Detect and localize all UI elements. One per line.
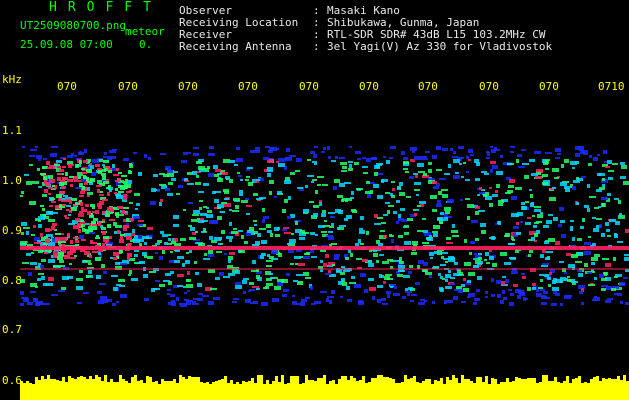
- time-tick: 0710: [598, 80, 625, 93]
- freq-tick: 0.8: [2, 274, 22, 287]
- freq-tick: 0.6: [2, 374, 22, 387]
- time-tick: 070: [359, 80, 379, 93]
- time-tick: 070: [118, 80, 138, 93]
- brand-title: HROFFT: [49, 0, 162, 15]
- meteor-label: meteor: [125, 25, 165, 38]
- time-tick: 070: [178, 80, 198, 93]
- freq-tick: 1.1: [2, 124, 22, 137]
- meteor-counter: 0.: [139, 38, 153, 51]
- time-tick: 070: [539, 80, 559, 93]
- time-tick: 070: [57, 80, 77, 93]
- sideband-line: [20, 268, 629, 270]
- freq-tick: 0.7: [2, 323, 22, 336]
- antenna-sep: :: [313, 40, 320, 53]
- freq-unit-label: kHz: [2, 73, 22, 86]
- antenna-label: Receiving Antenna: [179, 40, 292, 53]
- spectrogram-canvas: [20, 146, 629, 400]
- datetime: 25.09.08 07:00: [20, 38, 113, 51]
- freq-tick: 1.0: [2, 174, 22, 187]
- time-tick: 070: [238, 80, 258, 93]
- spectrogram: [20, 98, 629, 400]
- time-tick: 070: [479, 80, 499, 93]
- time-tick: 070: [299, 80, 319, 93]
- antenna-value: 3el Yagi(V) Az 330 for Vladivostok: [327, 40, 553, 53]
- carrier-line: [20, 246, 629, 250]
- time-tick: 070: [418, 80, 438, 93]
- filename: UT2509080700.png: [20, 19, 126, 32]
- freq-tick: 0.9: [2, 224, 22, 237]
